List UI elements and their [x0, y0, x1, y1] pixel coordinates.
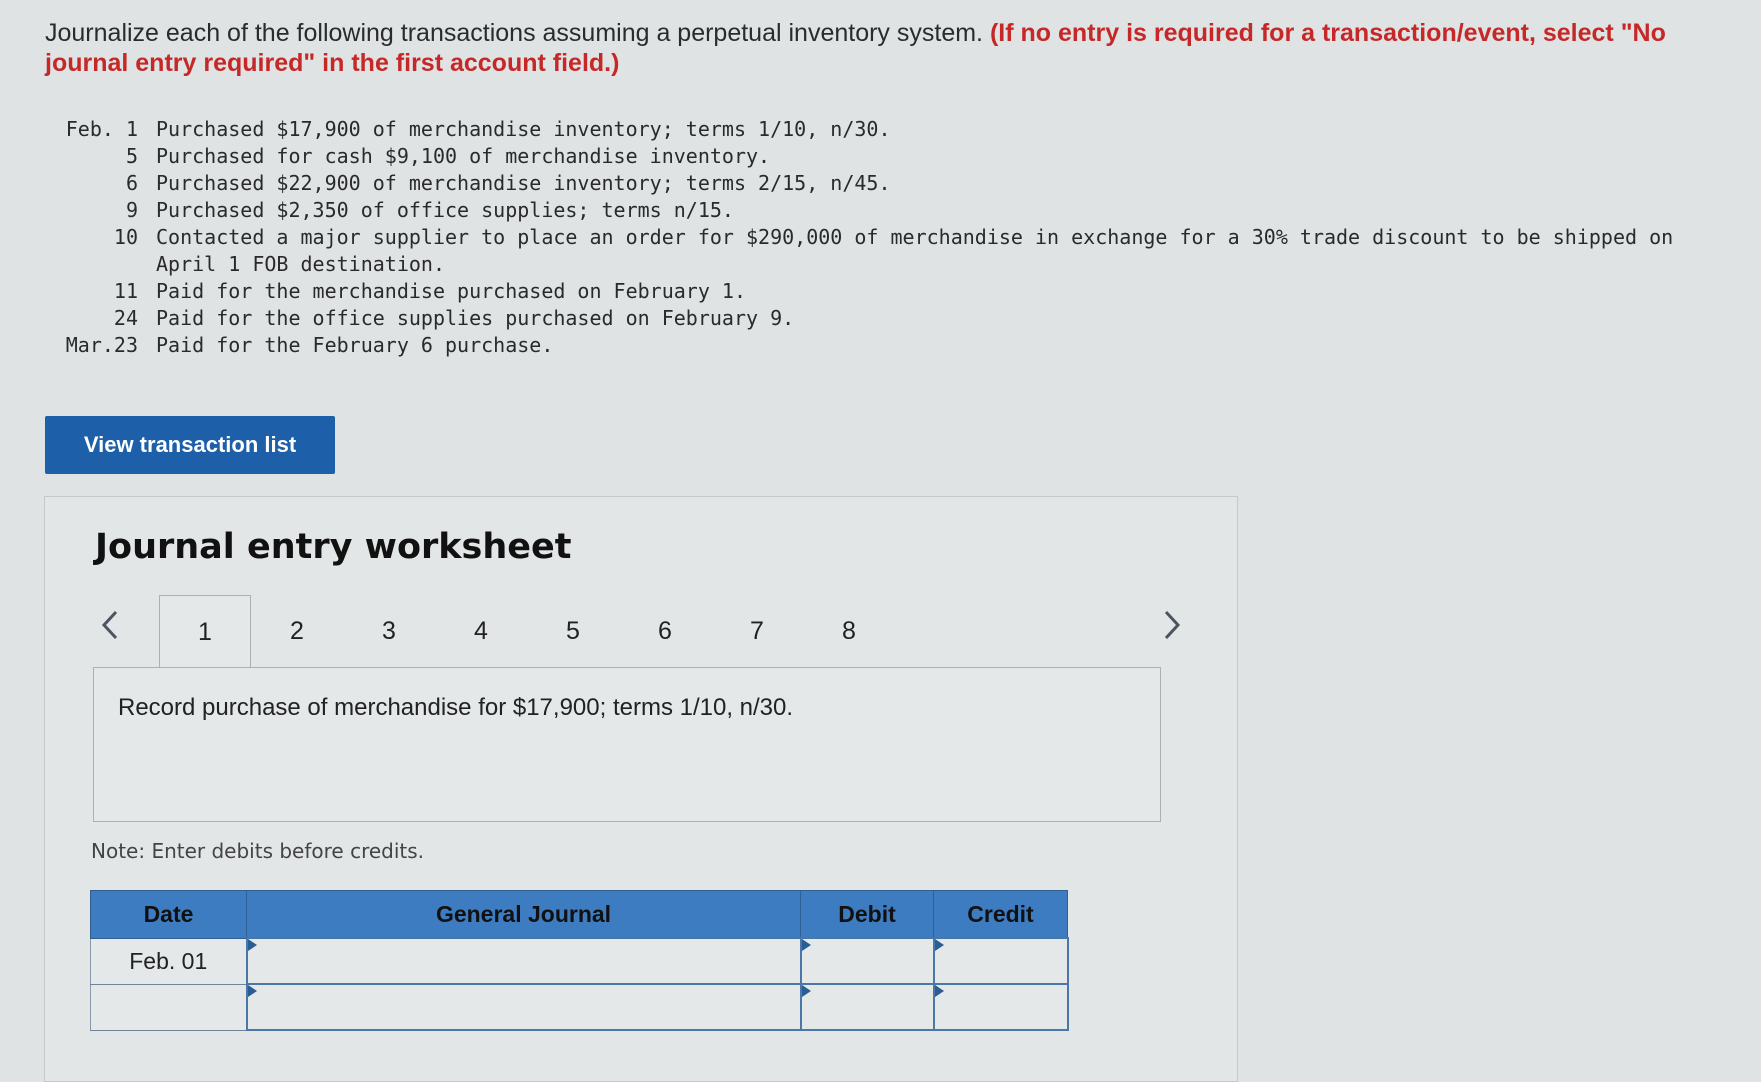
- transaction-description: Record purchase of merchandise for $17,9…: [118, 694, 794, 721]
- transaction-date: 6: [125, 171, 138, 195]
- tab-2[interactable]: 2: [251, 595, 343, 667]
- chevron-left-icon[interactable]: [95, 605, 125, 645]
- transaction-date: Mar.23: [65, 333, 138, 357]
- worksheet-title: Journal entry worksheet: [95, 527, 572, 567]
- transaction-date: Feb. 1: [65, 117, 138, 141]
- debit-input[interactable]: [799, 983, 935, 1031]
- dropdown-marker-icon: [801, 939, 811, 951]
- tab-4[interactable]: 4: [435, 595, 527, 667]
- transaction-text: Purchased $22,900 of merchandise invento…: [156, 171, 891, 195]
- header-credit: Credit: [933, 890, 1068, 939]
- tab-1[interactable]: 1: [159, 595, 251, 668]
- general-journal-table: Date General Journal Debit Credit Feb. 0…: [90, 890, 1069, 1031]
- worksheet-pager: 1 2 3 4 5 6 7 8: [45, 595, 1237, 668]
- transaction-row: Feb. 1 Purchased $17,900 of merchandise …: [38, 116, 1716, 143]
- header-general-journal: General Journal: [246, 890, 801, 939]
- tab-5[interactable]: 5: [527, 595, 619, 667]
- dropdown-marker-icon: [247, 939, 257, 951]
- credit-input[interactable]: [932, 937, 1069, 985]
- journal-entry-worksheet: Journal entry worksheet 1 2 3 4 5 6 7 8 …: [44, 496, 1238, 1082]
- dropdown-marker-icon: [247, 985, 257, 997]
- account-select[interactable]: [245, 937, 802, 985]
- view-transaction-list-button[interactable]: View transaction list: [45, 416, 335, 474]
- instructions: Journalize each of the following transac…: [45, 18, 1705, 78]
- dropdown-marker-icon: [801, 985, 811, 997]
- chevron-right-icon[interactable]: [1157, 605, 1187, 645]
- header-debit: Debit: [800, 890, 934, 939]
- tab-7[interactable]: 7: [711, 595, 803, 667]
- transaction-row: 11 Paid for the merchandise purchased on…: [38, 278, 1716, 305]
- transaction-row: 9 Purchased $2,350 of office supplies; t…: [38, 197, 1716, 224]
- transaction-list: Feb. 1 Purchased $17,900 of merchandise …: [38, 116, 1716, 359]
- dropdown-marker-icon: [934, 985, 944, 997]
- transaction-row: 24 Paid for the office supplies purchase…: [38, 305, 1716, 332]
- entry-note: Note: Enter debits before credits.: [91, 839, 425, 863]
- tab-8[interactable]: 8: [803, 595, 895, 667]
- transaction-text: Paid for the office supplies purchased o…: [156, 306, 795, 330]
- row-date: Feb. 01: [90, 937, 247, 985]
- transaction-date: 11: [113, 279, 138, 303]
- transaction-row: 6 Purchased $22,900 of merchandise inven…: [38, 170, 1716, 197]
- transaction-date: 9: [125, 198, 138, 222]
- dropdown-marker-icon: [934, 939, 944, 951]
- transaction-text: Purchased $17,900 of merchandise invento…: [156, 117, 891, 141]
- tab-3[interactable]: 3: [343, 595, 435, 667]
- transaction-date: 24: [113, 306, 138, 330]
- instructions-text: Journalize each of the following transac…: [45, 19, 984, 47]
- transaction-row: Mar.23 Paid for the February 6 purchase.: [38, 332, 1716, 359]
- transaction-row: 10 Contacted a major supplier to place a…: [38, 224, 1716, 278]
- transaction-date: 10: [113, 225, 138, 249]
- worksheet-tabs: 1 2 3 4 5 6 7 8: [159, 595, 895, 668]
- header-date: Date: [90, 890, 247, 939]
- transaction-text: Purchased for cash $9,100 of merchandise…: [156, 144, 771, 168]
- debit-input[interactable]: [799, 937, 935, 985]
- tab-6[interactable]: 6: [619, 595, 711, 667]
- transaction-description-box: Record purchase of merchandise for $17,9…: [93, 667, 1161, 822]
- row-date: [90, 983, 247, 1031]
- transaction-text: Contacted a major supplier to place an o…: [156, 225, 1674, 276]
- credit-input[interactable]: [932, 983, 1069, 1031]
- table-row: Feb. 01: [90, 937, 1069, 985]
- transaction-row: 5 Purchased for cash $9,100 of merchandi…: [38, 143, 1716, 170]
- transaction-text: Purchased $2,350 of office supplies; ter…: [156, 198, 734, 222]
- table-row: [90, 983, 1069, 1031]
- transaction-date: 5: [125, 144, 138, 168]
- transaction-text: Paid for the February 6 purchase.: [156, 333, 554, 357]
- account-select[interactable]: [245, 983, 802, 1031]
- transaction-text: Paid for the merchandise purchased on Fe…: [156, 279, 747, 303]
